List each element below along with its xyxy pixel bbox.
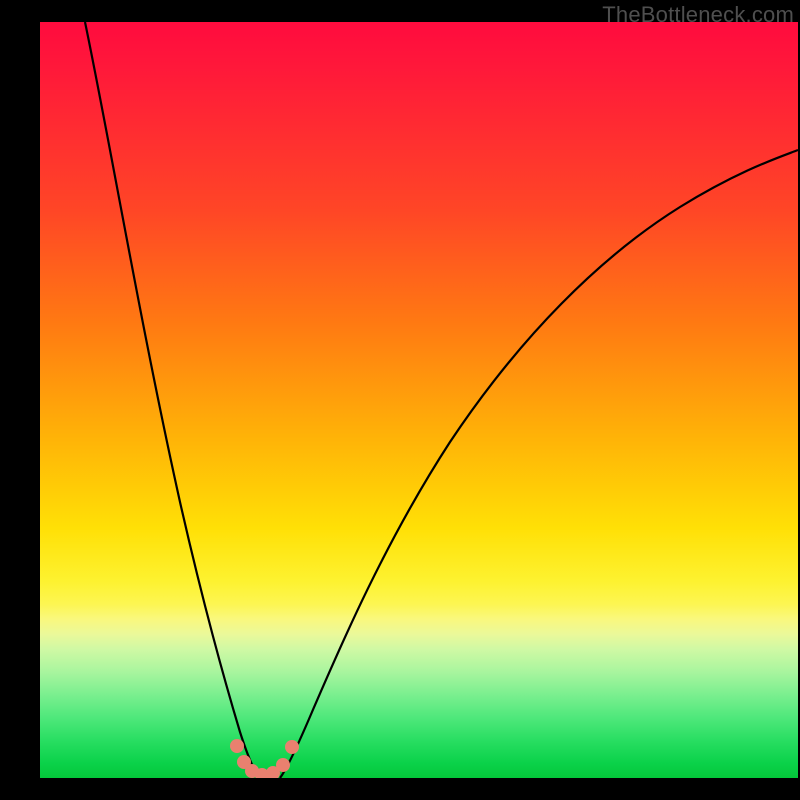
left-curve — [85, 22, 262, 778]
right-curve — [280, 150, 798, 778]
marker-dot — [230, 739, 244, 753]
marker-dot — [285, 740, 299, 754]
chart-svg — [40, 22, 798, 778]
chart-frame: TheBottleneck.com — [0, 0, 800, 800]
marker-dot — [276, 758, 290, 772]
marker-group — [230, 739, 299, 778]
watermark-text: TheBottleneck.com — [602, 2, 794, 28]
plot-area — [40, 22, 798, 778]
